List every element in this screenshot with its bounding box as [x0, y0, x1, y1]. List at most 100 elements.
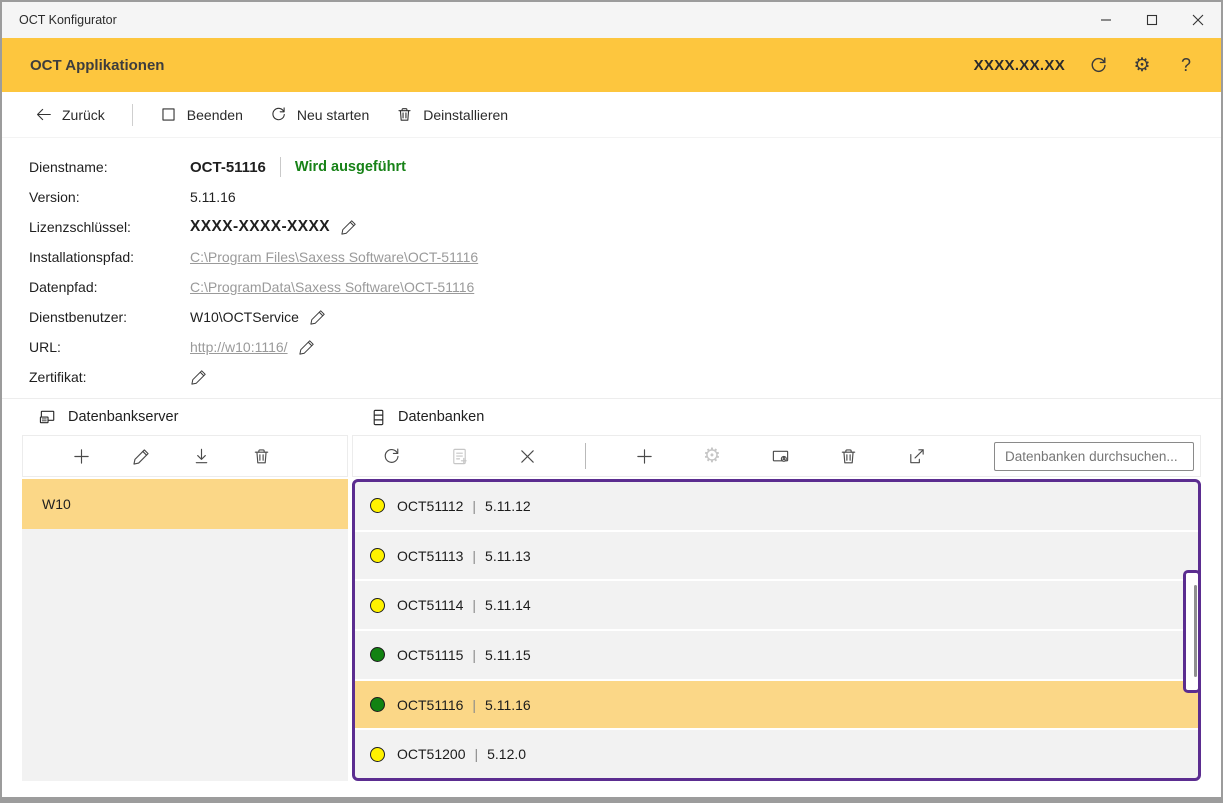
refresh-icon	[382, 447, 401, 466]
header-actions: XXXX.XX.XX ⚙ ?	[974, 54, 1197, 76]
back-button[interactable]: Zurück	[35, 106, 105, 123]
delete-database-button[interactable]	[838, 446, 858, 466]
add-database-button[interactable]	[634, 446, 654, 466]
stop-label: Beenden	[187, 107, 243, 123]
database-server-header: Datenbankserver	[22, 399, 348, 435]
stop-square-icon	[160, 106, 177, 123]
databases-panel: Datenbanken ⚙	[352, 399, 1201, 781]
status-dot-green-icon	[370, 697, 385, 712]
app-header: OCT Applikationen XXXX.XX.XX ⚙ ?	[2, 38, 1221, 92]
restart-service-button[interactable]: Neu starten	[270, 106, 369, 123]
settings-gear-icon[interactable]: ⚙	[1131, 54, 1153, 76]
field-dienstbenutzer: Dienstbenutzer: W10\OCTService	[29, 302, 1221, 332]
field-zertifikat: Zertifikat:	[29, 362, 1221, 392]
import-server-button[interactable]	[191, 446, 211, 466]
data-path-link[interactable]: C:\ProgramData\Saxess Software\OCT-51116	[190, 279, 474, 295]
field-datenpfad: Datenpfad: C:\ProgramData\Saxess Softwar…	[29, 272, 1221, 302]
server-name: W10	[42, 496, 71, 512]
pencil-icon	[340, 218, 358, 236]
scrollbar[interactable]	[1183, 570, 1201, 693]
database-list-item[interactable]: OCT51112 | 5.11.12	[355, 482, 1198, 532]
name-version-separator: |	[472, 697, 476, 713]
license-key-value: XXXX-XXXX-XXXX	[190, 218, 330, 236]
pencil-icon	[132, 447, 151, 466]
dienstname-label: Dienstname:	[29, 159, 190, 175]
script-database-button[interactable]	[449, 446, 469, 466]
restart-label: Neu starten	[297, 107, 369, 123]
database-list-item[interactable]: OCT51200 | 5.12.0	[355, 730, 1198, 778]
maximize-button[interactable]	[1129, 2, 1175, 38]
trash-icon	[252, 447, 271, 466]
database-session-button[interactable]	[770, 446, 790, 466]
service-name-value: OCT-51116	[190, 159, 266, 176]
edit-certificate-button[interactable]	[190, 368, 208, 386]
page-title: OCT Applikationen	[30, 57, 164, 74]
service-url-link[interactable]: http://w10:1116/	[190, 339, 288, 355]
databases-toolbar: ⚙	[352, 435, 1201, 477]
pencil-icon	[298, 338, 316, 356]
field-dienstname: Dienstname: OCT-51116 Wird ausgeführt	[29, 152, 1221, 182]
name-version-separator: |	[472, 647, 476, 663]
close-button[interactable]	[1175, 2, 1221, 38]
field-version: Version: 5.11.16	[29, 182, 1221, 212]
database-list-item[interactable]: OCT51113 | 5.11.13	[355, 532, 1198, 582]
status-dot-yellow-icon	[370, 548, 385, 563]
version-label: Version:	[29, 189, 190, 205]
service-user-label: Dienstbenutzer:	[29, 309, 190, 325]
database-server-panel: Datenbankserver W10	[22, 399, 348, 781]
license-label: Lizenzschlüssel:	[29, 219, 190, 235]
edit-server-button[interactable]	[131, 446, 151, 466]
service-status-badge: Wird ausgeführt	[295, 159, 406, 175]
database-name: OCT51113	[397, 548, 463, 564]
server-list-item[interactable]: W10	[22, 479, 348, 529]
database-list-item[interactable]: OCT51115 | 5.11.15	[355, 631, 1198, 681]
trash-icon	[396, 106, 413, 123]
minimize-button[interactable]	[1083, 2, 1129, 38]
server-list: W10	[22, 479, 348, 781]
edit-license-button[interactable]	[340, 218, 358, 236]
search-databases-input[interactable]	[994, 442, 1194, 471]
value-separator	[280, 157, 281, 177]
name-version-separator: |	[472, 597, 476, 613]
pencil-icon	[190, 368, 208, 386]
refresh-databases-button[interactable]	[381, 446, 401, 466]
database-list-item-selected[interactable]: OCT51116 | 5.11.16	[355, 681, 1198, 731]
status-dot-yellow-icon	[370, 598, 385, 613]
document-add-icon	[450, 447, 469, 466]
uninstall-button[interactable]: Deinstallieren	[396, 106, 508, 123]
command-bar: Zurück Beenden Neu starten Deinstalliere…	[2, 92, 1221, 138]
field-lizenzschluessel: Lizenzschlüssel: XXXX-XXXX-XXXX	[29, 212, 1221, 242]
window-controls	[1083, 2, 1221, 38]
download-icon	[192, 447, 211, 466]
server-monitor-icon	[39, 408, 58, 427]
url-label: URL:	[29, 339, 190, 355]
refresh-icon[interactable]	[1087, 54, 1109, 76]
database-version: 5.11.13	[485, 548, 531, 564]
cancel-button[interactable]	[517, 446, 537, 466]
delete-server-button[interactable]	[251, 446, 271, 466]
scrollbar-thumb[interactable]	[1194, 585, 1197, 677]
service-details: Dienstname: OCT-51116 Wird ausgeführt Ve…	[2, 138, 1221, 392]
install-path-label: Installationspfad:	[29, 249, 190, 265]
edit-url-button[interactable]	[298, 338, 316, 356]
window-title: OCT Konfigurator	[2, 13, 117, 27]
add-server-button[interactable]	[71, 446, 91, 466]
share-icon	[907, 447, 926, 466]
name-version-separator: |	[474, 746, 478, 762]
database-name: OCT51200	[397, 746, 465, 762]
database-list-item[interactable]: OCT51114 | 5.11.14	[355, 581, 1198, 631]
status-dot-yellow-icon	[370, 498, 385, 513]
command-bar-separator	[132, 104, 133, 126]
help-icon[interactable]: ?	[1175, 54, 1197, 76]
database-server-title: Datenbankserver	[68, 409, 178, 425]
export-database-button[interactable]	[906, 446, 926, 466]
titlebar: OCT Konfigurator	[2, 2, 1221, 38]
status-dot-yellow-icon	[370, 747, 385, 762]
edit-service-user-button[interactable]	[309, 308, 327, 326]
database-name: OCT51114	[397, 597, 463, 613]
stop-service-button[interactable]: Beenden	[160, 106, 243, 123]
version-value: 5.11.16	[190, 189, 236, 205]
database-list: OCT51112 | 5.11.12 OCT51113 | 5.11.13 OC…	[352, 479, 1201, 781]
database-settings-button[interactable]: ⚙	[702, 446, 722, 466]
install-path-link[interactable]: C:\Program Files\Saxess Software\OCT-511…	[190, 249, 478, 265]
